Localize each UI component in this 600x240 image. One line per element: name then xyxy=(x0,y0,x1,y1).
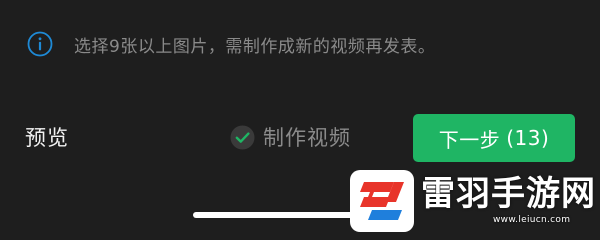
make-video-toggle[interactable]: 制作视频 xyxy=(230,122,351,152)
info-banner: 选择9张以上图片，需制作成新的视频再发表。 xyxy=(27,31,580,57)
preview-button[interactable]: 预览 xyxy=(25,122,69,152)
bottom-action-bar: 预览 制作视频 下一步 (13) xyxy=(0,112,600,166)
next-step-button[interactable]: 下一步 (13) xyxy=(413,114,575,162)
next-step-count: (13) xyxy=(506,126,550,150)
watermark-url: www.leiucn.com xyxy=(493,215,571,225)
next-step-label: 下一步 xyxy=(438,127,501,152)
info-message: 选择9张以上图片，需制作成新的视频再发表。 xyxy=(74,36,436,57)
watermark-title: 雷羽手游网 xyxy=(421,174,596,214)
make-video-label: 制作视频 xyxy=(263,126,351,150)
info-icon xyxy=(27,31,53,57)
check-circle-icon xyxy=(230,125,255,149)
site-logo-icon xyxy=(350,170,414,232)
watermark: 雷羽手游网 www.leiucn.com xyxy=(350,170,600,234)
